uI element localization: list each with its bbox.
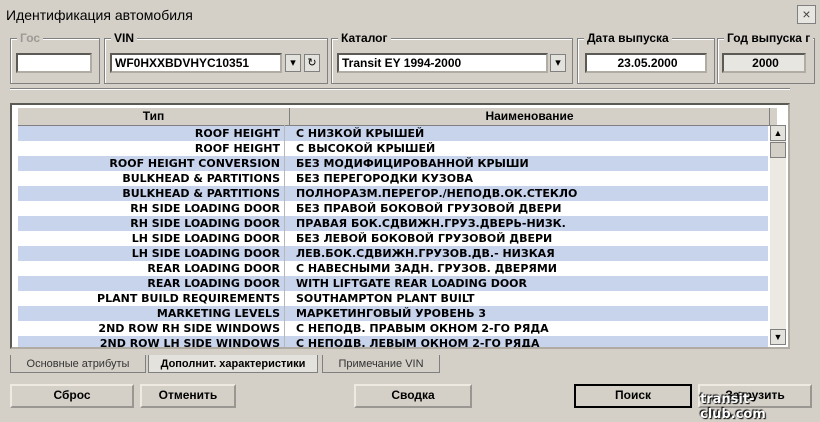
release-year-group: Год выпуска г 2000 [717, 31, 815, 84]
cell-type: REAR LOADING DOOR [147, 262, 280, 275]
table-row[interactable]: MARKETING LEVELS МАРКЕТИНГОВЫЙ УРОВЕНЬ 3 [18, 306, 768, 321]
vin-dropdown-button[interactable]: ▾ [285, 54, 301, 72]
cell-name: С НЕПОДВ. ЛЕВЫМ ОКНОМ 2-ГО РЯДА [296, 337, 540, 349]
release-date-field[interactable]: 23.05.2000 [585, 53, 707, 73]
cell-name: С НИЗКОЙ КРЫШЕЙ [296, 127, 425, 140]
cell-type: LH SIDE LOADING DOOR [131, 247, 280, 260]
table-row[interactable]: BULKHEAD & PARTITIONS БЕЗ ПЕРЕГОРОДКИ КУЗ… [18, 171, 768, 186]
cell-name: ПРАВАЯ БОК.СДВИЖН.ГРУЗ.ДВЕРЬ-НИЗК. [296, 217, 566, 230]
cell-type: PLANT BUILD REQUIREMENTS [97, 292, 280, 305]
cell-name: БЕЗ ПЕРЕГОРОДКИ КУЗОВА [296, 172, 473, 185]
column-header-name[interactable]: Наименование [290, 108, 770, 125]
cell-name: БЕЗ МОДИФИЦИРОВАННОЙ КРЫШИ [296, 157, 529, 170]
arrow-up-icon: ▲ [773, 128, 783, 138]
cell-type: LH SIDE LOADING DOOR [131, 232, 280, 245]
search-button[interactable]: Поиск [574, 384, 692, 408]
release-year-field: 2000 [722, 53, 806, 73]
catalog-group: Каталог Transit EY 1994-2000 ▾ [331, 31, 573, 84]
cell-name: С НАВЕСНЫМИ ЗАДН. ГРУЗОВ. ДВЕРЯМИ [296, 262, 558, 275]
cell-name: ПОЛНОРАЗМ.ПЕРЕГОР./НЕПОДВ.ОК.СТЕКЛО [296, 187, 578, 200]
table-row[interactable]: 2ND ROW RH SIDE WINDOWS С НЕПОДВ. ПРАВЫМ … [18, 321, 768, 336]
release-date-group: Дата выпуска 23.05.2000 [577, 31, 715, 84]
table-row[interactable]: PLANT BUILD REQUIREMENTS SOUTHAMPTON PLAN… [18, 291, 768, 306]
cell-type: 2ND ROW LH SIDE WINDOWS [99, 337, 280, 349]
chevron-down-icon: ▾ [290, 57, 296, 69]
cell-name: С НЕПОДВ. ПРАВЫМ ОКНОМ 2-ГО РЯДА [296, 322, 549, 335]
cell-name: МАРКЕТИНГОВЫЙ УРОВЕНЬ 3 [296, 307, 486, 320]
tab-additional-characteristics[interactable]: Дополнит. характеристики [148, 355, 318, 373]
scroll-up-button[interactable]: ▲ [770, 125, 786, 141]
characteristics-grid[interactable]: Тип Наименование ROOF HEIGHT С НИЗКОЙ КРЫ… [10, 103, 790, 349]
table-row[interactable]: REAR LOADING DOOR WITH LIFTGATE REAR LOAD… [18, 276, 768, 291]
cell-name: С ВЫСОКОЙ КРЫШЕЙ [296, 142, 436, 155]
window-title: Идентификация автомобиля [6, 7, 193, 23]
grid-header: Тип Наименование [18, 108, 777, 126]
cell-type: 2ND ROW RH SIDE WINDOWS [98, 322, 280, 335]
summary-button[interactable]: Сводка [354, 384, 472, 408]
table-row[interactable]: LH SIDE LOADING DOOR ЛЕВ.БОК.СДВИЖН.ГРУЗО… [18, 246, 768, 261]
tab-vin-note[interactable]: Примечание VIN [322, 355, 440, 373]
table-row[interactable]: ROOF HEIGHT С ВЫСОКОЙ КРЫШЕЙ [18, 141, 768, 156]
gos-field[interactable] [16, 53, 92, 73]
cell-type: ROOF HEIGHT CONVERSION [109, 157, 280, 170]
cell-type: REAR LOADING DOOR [147, 277, 280, 290]
cell-type: RH SIDE LOADING DOOR [130, 217, 280, 230]
separator [10, 88, 790, 90]
reset-button[interactable]: Сброс [10, 384, 134, 408]
chevron-down-icon: ▾ [555, 57, 561, 69]
catalog-dropdown-button[interactable]: ▾ [550, 54, 566, 72]
catalog-select[interactable]: Transit EY 1994-2000 [337, 53, 548, 73]
vin-label: VIN [111, 31, 138, 45]
table-row[interactable]: LH SIDE LOADING DOOR БЕЗ ЛЕВОЙ БОКОВОЙ ГР… [18, 231, 768, 246]
tab-basic-attributes[interactable]: Основные атрибуты [10, 355, 146, 373]
table-row[interactable]: RH SIDE LOADING DOOR БЕЗ ПРАВОЙ БОКОВОЙ Г… [18, 201, 768, 216]
release-date-label: Дата выпуска [584, 31, 672, 45]
cell-type: ROOF HEIGHT [194, 127, 280, 140]
close-button[interactable]: × [797, 5, 816, 24]
vin-refresh-button[interactable]: ↻ [304, 54, 320, 72]
cell-type: BULKHEAD & PARTITIONS [122, 187, 280, 200]
table-row[interactable]: ROOF HEIGHT CONVERSION БЕЗ МОДИФИЦИРОВАНН… [18, 156, 768, 171]
table-row[interactable]: RH SIDE LOADING DOOR ПРАВАЯ БОК.СДВИЖН.ГР… [18, 216, 768, 231]
cell-name: WITH LIFTGATE REAR LOADING DOOR [296, 277, 527, 290]
vertical-scrollbar[interactable]: ▲ ▼ [770, 125, 786, 345]
scroll-thumb[interactable] [770, 142, 786, 158]
cancel-button[interactable]: Отменить [140, 384, 236, 408]
table-row[interactable]: BULKHEAD & PARTITIONS ПОЛНОРАЗМ.ПЕРЕГОР./… [18, 186, 768, 201]
column-divider [284, 125, 285, 347]
gos-group: Гос [10, 31, 100, 84]
refresh-icon: ↻ [307, 57, 317, 69]
gos-label: Гос [17, 31, 44, 45]
title-bar: Идентификация автомобиля × [0, 0, 820, 30]
cell-type: RH SIDE LOADING DOOR [130, 202, 280, 215]
cell-type: MARKETING LEVELS [156, 307, 280, 320]
table-row[interactable]: ROOF HEIGHT С НИЗКОЙ КРЫШЕЙ [18, 126, 768, 141]
release-year-label: Год выпуска г [724, 31, 814, 45]
vin-field[interactable]: WF0HXXBDVHYC10351 [110, 53, 282, 73]
vin-group: VIN WF0HXXBDVHYC10351 ▾ ↻ [104, 31, 328, 84]
table-row[interactable]: 2ND ROW LH SIDE WINDOWS С НЕПОДВ. ЛЕВЫМ О… [18, 336, 768, 349]
cell-name: БЕЗ ЛЕВОЙ БОКОВОЙ ГРУЗОВОЙ ДВЕРИ [296, 232, 553, 245]
cell-type: ROOF HEIGHT [194, 142, 280, 155]
scroll-down-button[interactable]: ▼ [770, 329, 786, 345]
column-header-type[interactable]: Тип [18, 108, 290, 125]
cell-name: ЛЕВ.БОК.СДВИЖН.ГРУЗОВ.ДВ.- НИЗКАЯ [296, 247, 555, 260]
cell-name: БЕЗ ПРАВОЙ БОКОВОЙ ГРУЗОВОЙ ДВЕРИ [296, 202, 562, 215]
table-row[interactable]: REAR LOADING DOOR С НАВЕСНЫМИ ЗАДН. ГРУЗО… [18, 261, 768, 276]
watermark-text: transit-club.com [700, 392, 766, 422]
cell-type: BULKHEAD & PARTITIONS [122, 172, 280, 185]
arrow-down-icon: ▼ [773, 332, 783, 342]
catalog-label: Каталог [338, 31, 391, 45]
cell-name: SOUTHAMPTON PLANT BUILT [296, 292, 475, 305]
